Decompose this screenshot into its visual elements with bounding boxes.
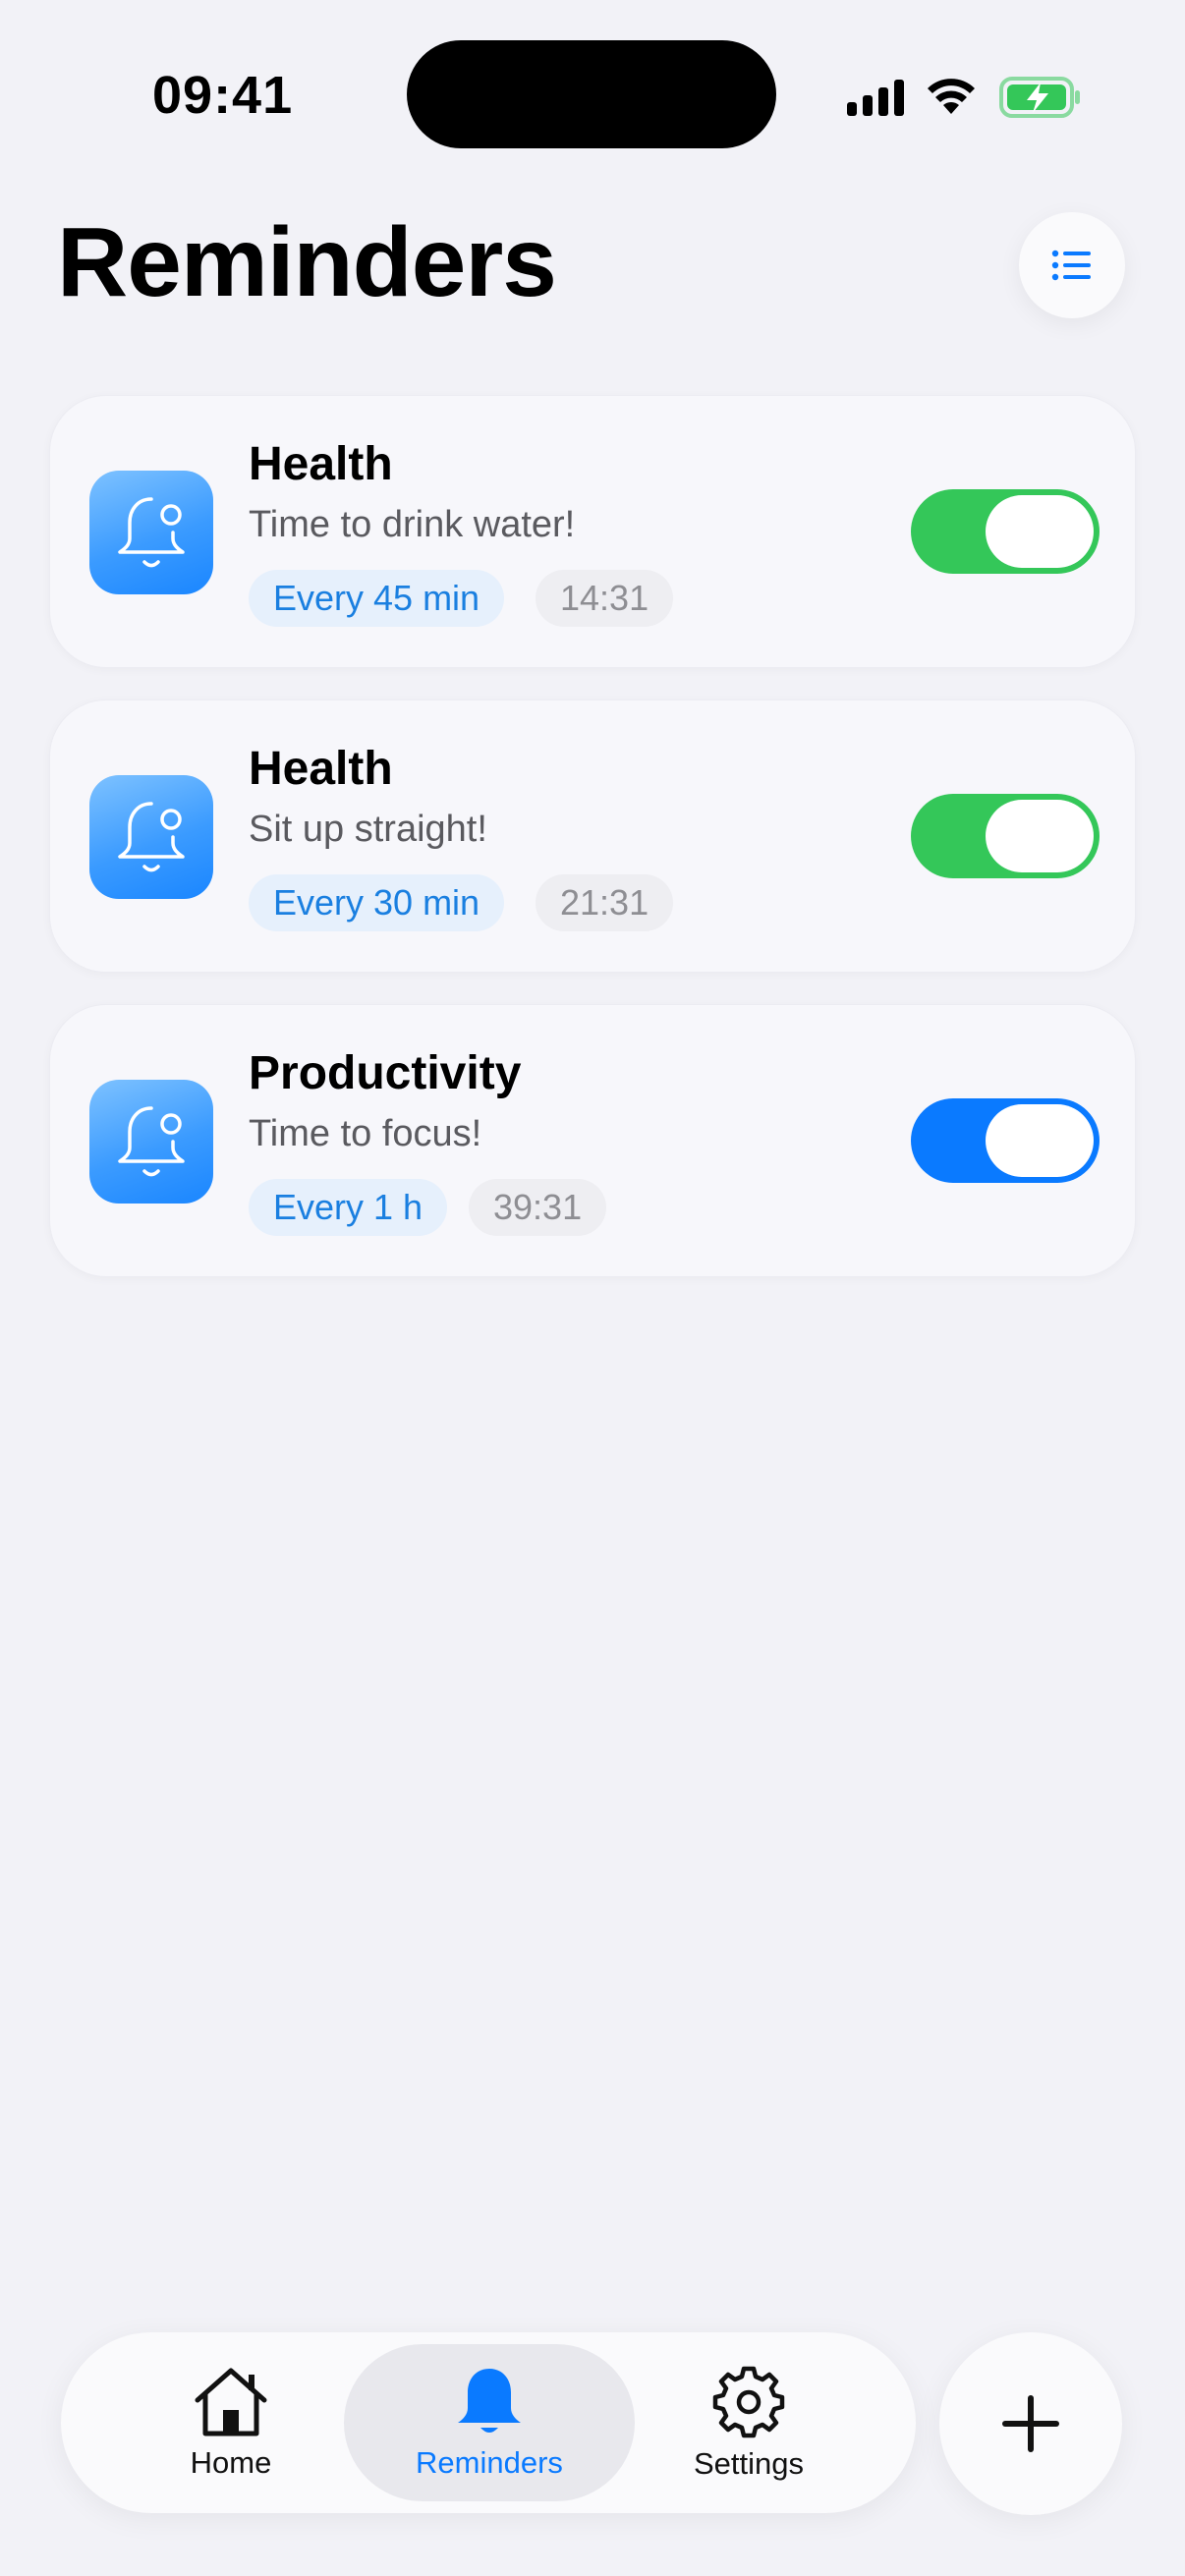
reminder-toggle[interactable]	[911, 1098, 1100, 1183]
wifi-icon	[928, 79, 975, 114]
bell-icon	[118, 1106, 185, 1177]
reminder-app-icon	[89, 1080, 213, 1204]
house-icon	[195, 2368, 267, 2436]
reminder-category: Health	[249, 438, 393, 490]
reminder-card[interactable]: Health Sit up straight! Every 30 min 21:…	[49, 700, 1136, 973]
tab-bar: Home Reminders Settings	[61, 2332, 916, 2513]
plus-icon	[1002, 2395, 1059, 2452]
tab-reminders[interactable]: Reminders	[344, 2332, 635, 2513]
list-view-button[interactable]	[1019, 212, 1125, 318]
countdown-badge: 39:31	[469, 1179, 607, 1236]
countdown-badge: 21:31	[536, 874, 674, 931]
reminder-category: Productivity	[249, 1047, 522, 1099]
signal-icon	[847, 80, 904, 116]
reminder-toggle[interactable]	[911, 489, 1100, 574]
countdown-badge: 14:31	[536, 570, 674, 627]
battery-charging-icon	[999, 77, 1080, 118]
interval-badge: Every 1 h	[249, 1179, 448, 1236]
toggle-knob	[986, 800, 1094, 872]
interval-badge: Every 45 min	[249, 570, 505, 627]
tab-label: Settings	[693, 2446, 804, 2481]
tab-settings[interactable]: Settings	[662, 2332, 835, 2513]
reminder-card[interactable]: Productivity Time to focus! Every 1 h 39…	[49, 1004, 1136, 1277]
toggle-knob	[986, 495, 1094, 568]
list-icon	[1051, 250, 1091, 281]
reminder-app-icon	[89, 775, 213, 899]
tab-home[interactable]: Home	[149, 2332, 312, 2513]
dynamic-island	[407, 40, 776, 148]
reminder-card[interactable]: Health Time to drink water! Every 45 min…	[49, 395, 1136, 668]
bell-icon	[458, 2369, 521, 2433]
reminder-message: Sit up straight!	[249, 809, 487, 850]
add-reminder-button[interactable]	[939, 2332, 1122, 2515]
reminder-message: Time to focus!	[249, 1113, 482, 1154]
bell-icon	[118, 802, 185, 872]
interval-badge: Every 30 min	[249, 874, 505, 931]
status-time: 09:41	[152, 66, 294, 125]
tab-label: Home	[190, 2445, 272, 2480]
gear-icon	[712, 2366, 785, 2438]
page-title: Reminders	[57, 207, 557, 317]
reminder-toggle[interactable]	[911, 794, 1100, 878]
reminder-app-icon	[89, 471, 213, 594]
tab-label: Reminders	[416, 2445, 563, 2480]
reminder-category: Health	[249, 743, 393, 795]
status-bar: 09:41	[0, 0, 1185, 177]
toggle-knob	[986, 1104, 1094, 1177]
bell-icon	[118, 497, 185, 568]
reminder-message: Time to drink water!	[249, 504, 576, 545]
